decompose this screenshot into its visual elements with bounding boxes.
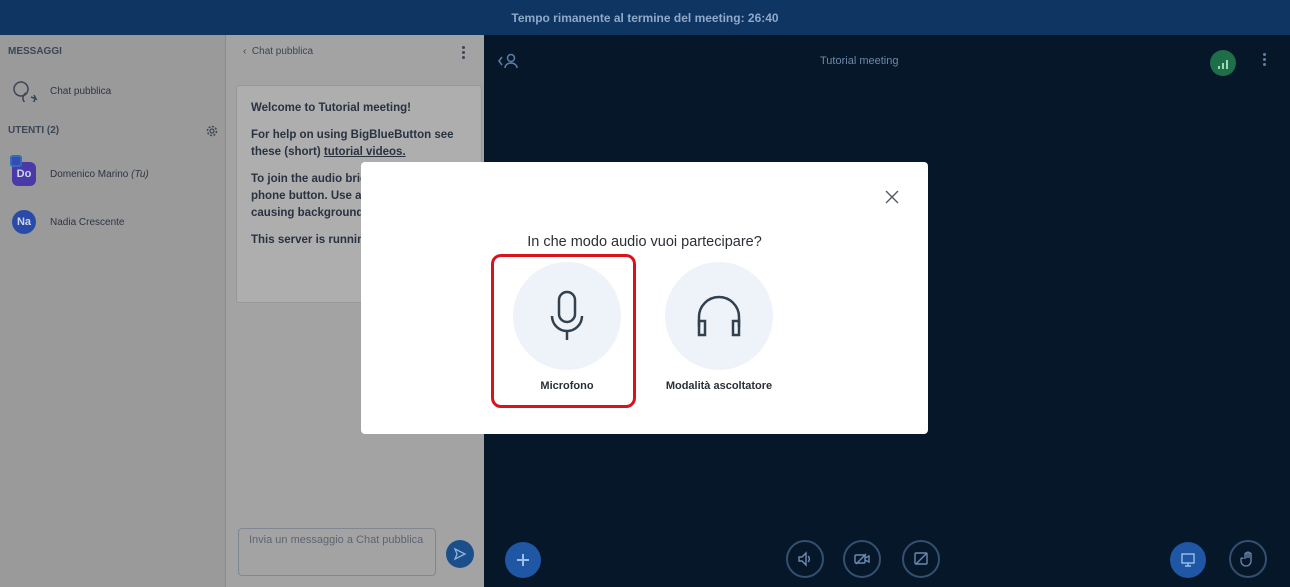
tutorial-link[interactable]: tutorial videos. bbox=[324, 146, 406, 158]
raise-hand-button[interactable] bbox=[1229, 540, 1267, 578]
gear-icon[interactable] bbox=[205, 124, 219, 138]
user-you-suffix: (Tu) bbox=[131, 168, 149, 180]
audio-modal-title: In che modo audio vuoi partecipare? bbox=[527, 234, 762, 250]
speaker-muted-icon bbox=[798, 551, 810, 567]
chat-header-label: Chat pubblica bbox=[251, 46, 314, 57]
presentation-icon bbox=[1181, 553, 1195, 567]
avatar: Do bbox=[10, 155, 36, 186]
close-icon[interactable] bbox=[883, 188, 901, 206]
user-name: Domenico Marino bbox=[50, 168, 129, 180]
user-name: Nadia Crescente bbox=[50, 216, 125, 228]
send-message-button[interactable] bbox=[446, 540, 474, 568]
main-options-icon[interactable] bbox=[1263, 53, 1267, 68]
chat-back-button[interactable]: ‹ Chat pubblica bbox=[243, 46, 313, 57]
headphones-icon bbox=[697, 295, 741, 337]
userlist-toggle-icon[interactable] bbox=[497, 52, 519, 70]
avatar: Na bbox=[12, 210, 36, 234]
actions-plus-button[interactable] bbox=[505, 542, 541, 578]
public-chat-label: Chat pubblica bbox=[50, 85, 112, 97]
presentation-toggle-button[interactable] bbox=[1170, 542, 1206, 578]
chat-bubbles-icon bbox=[13, 81, 38, 102]
listen-only-option-label: Modalità ascoltatore bbox=[665, 380, 773, 392]
plus-icon bbox=[517, 554, 529, 566]
video-toggle-button[interactable] bbox=[843, 540, 881, 578]
screenshare-button[interactable] bbox=[902, 540, 940, 578]
listen-only-option-button[interactable]: Modalità ascoltatore bbox=[665, 262, 773, 392]
users-section-title: UTENTI (2) bbox=[8, 125, 60, 136]
connection-status-icon[interactable] bbox=[1210, 50, 1236, 76]
audio-modal: In che modo audio vuoi partecipare? Micr… bbox=[361, 162, 928, 434]
camera-off-icon bbox=[854, 553, 870, 565]
messages-section-title: MESSAGGI bbox=[8, 46, 62, 57]
userlist-panel bbox=[0, 35, 225, 587]
chat-options-icon[interactable] bbox=[462, 46, 466, 61]
user-item-nadia[interactable]: Na Nadia Crescente bbox=[12, 210, 124, 234]
meeting-title: Tutorial meeting bbox=[820, 55, 899, 67]
help-text: For help on using BigBlueButton see thes… bbox=[251, 129, 454, 158]
meeting-timer-text: Tempo rimanente al termine del meeting: … bbox=[511, 10, 779, 25]
listen-only-circle bbox=[665, 262, 773, 370]
chevron-left-icon: ‹ bbox=[243, 46, 247, 57]
send-icon bbox=[453, 547, 467, 561]
meeting-timer-bar: Tempo rimanente al termine del meeting: … bbox=[0, 0, 1290, 35]
user-item-domenico[interactable]: Do Domenico Marino (Tu) bbox=[10, 155, 149, 186]
join-audio-button[interactable] bbox=[786, 540, 824, 578]
screen-share-off-icon bbox=[914, 552, 928, 565]
microphone-highlight-box bbox=[491, 254, 636, 408]
public-chat-item[interactable]: Chat pubblica bbox=[12, 80, 111, 102]
hand-icon bbox=[1240, 551, 1252, 567]
presenter-badge-icon bbox=[10, 155, 22, 167]
chat-message-input[interactable]: Invia un messaggio a Chat pubblica bbox=[238, 528, 436, 576]
welcome-title: Welcome to Tutorial meeting! bbox=[251, 102, 411, 114]
